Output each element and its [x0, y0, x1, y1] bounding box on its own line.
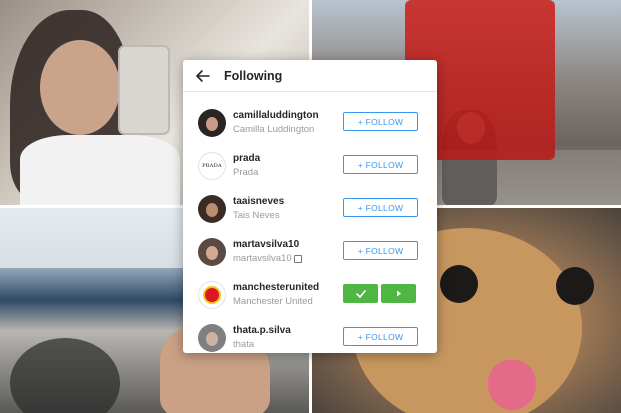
avatar[interactable] [198, 195, 226, 223]
full-name: Tais Neves [233, 210, 280, 221]
follow-button[interactable]: + FOLLOW [343, 112, 418, 131]
follow-button-label: + FOLLOW [357, 116, 404, 127]
list-item: manchesterunited Manchester United [183, 274, 437, 317]
dog-eye-right [556, 267, 594, 305]
follow-button-label: + FOLLOW [357, 245, 404, 256]
list-item: martavsilva10 martavsilva10 + FOLLOW [183, 231, 437, 274]
follow-button-label: + FOLLOW [357, 331, 404, 342]
play-icon [396, 290, 401, 297]
follow-button[interactable]: + FOLLOW [343, 198, 418, 217]
avatar[interactable] [198, 109, 226, 137]
dog-eye-left [440, 265, 478, 303]
approve-button[interactable] [343, 284, 378, 303]
prada-logo: PRADA [202, 163, 222, 169]
follow-button[interactable]: + FOLLOW [343, 155, 418, 174]
dog-tongue [488, 360, 536, 410]
full-name: martavsilva10 [233, 253, 302, 265]
list-item: camillaluddington Camilla Luddington + F… [183, 102, 437, 145]
username[interactable]: camillaluddington [233, 110, 319, 122]
username[interactable]: martavsilva10 [233, 239, 302, 251]
follow-button[interactable]: + FOLLOW [343, 327, 418, 346]
modal-header: Following [183, 60, 437, 92]
follow-button-label: + FOLLOW [357, 202, 404, 213]
check-icon [355, 289, 366, 298]
full-name: Manchester United [233, 296, 313, 307]
options-button[interactable] [381, 284, 416, 303]
full-name: thata [233, 339, 255, 350]
follow-button[interactable]: + FOLLOW [343, 241, 418, 260]
avatar[interactable] [198, 238, 226, 266]
following-modal: Following camillaluddington Camilla Ludd… [183, 60, 437, 353]
follow-button-label: + FOLLOW [357, 159, 404, 170]
full-name: Camilla Luddington [233, 124, 315, 135]
list-item: PRADA prada Prada + FOLLOW [183, 145, 437, 188]
emoji-icon [293, 255, 302, 263]
username[interactable]: manchesterunited [233, 282, 319, 294]
username[interactable]: prada [233, 153, 260, 165]
manchester-united-crest-icon [203, 286, 221, 304]
username[interactable]: thata.p.silva [233, 325, 291, 337]
arrow-left-icon[interactable] [195, 68, 211, 84]
page-title: Following [224, 68, 283, 83]
avatar[interactable] [198, 281, 226, 309]
list-item: taaisneves Tais Neves + FOLLOW [183, 188, 437, 231]
full-name: Prada [233, 167, 259, 178]
avatar[interactable]: PRADA [198, 152, 226, 180]
list-item: thata.p.silva thata + FOLLOW [183, 317, 437, 353]
username[interactable]: taaisneves [233, 196, 284, 208]
avatar[interactable] [198, 324, 226, 352]
full-name-text: martavsilva10 [233, 253, 292, 264]
